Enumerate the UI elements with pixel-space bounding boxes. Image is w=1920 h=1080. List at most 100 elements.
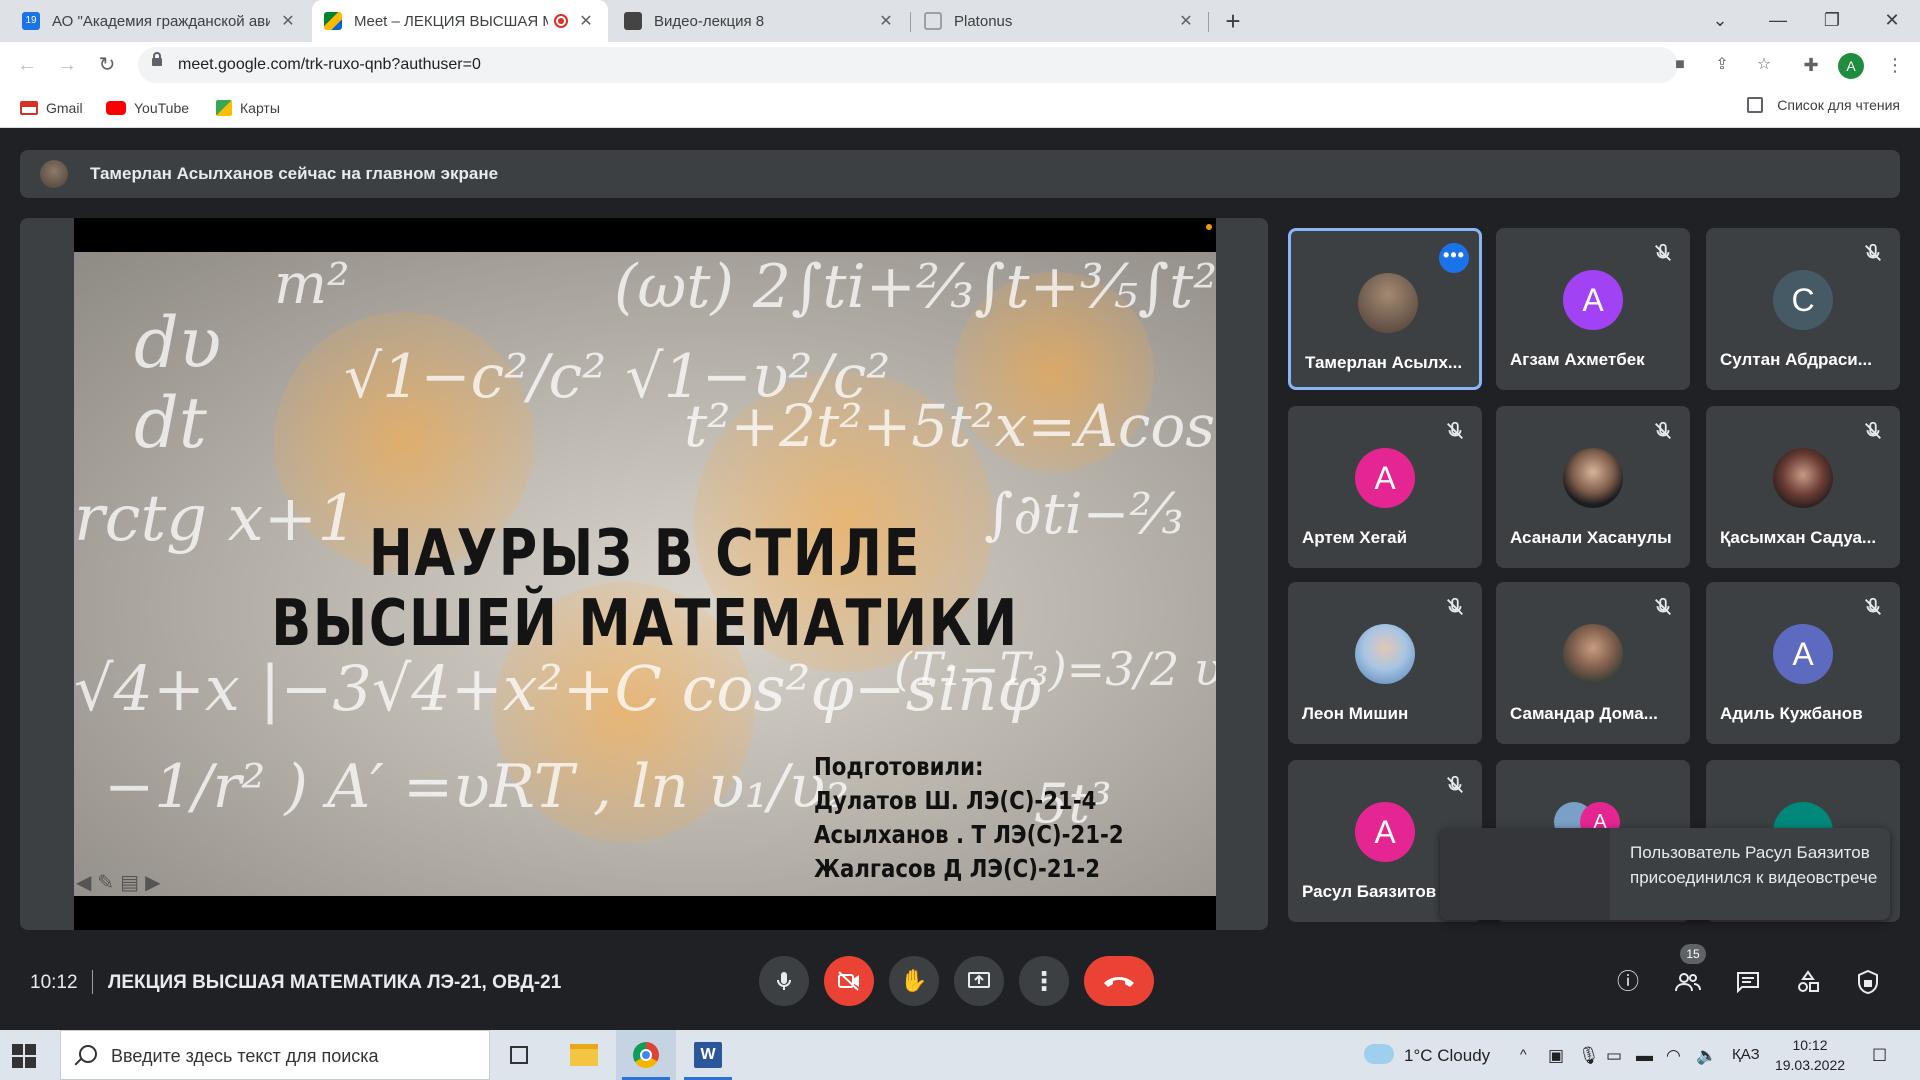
word-icon[interactable]: W	[678, 1030, 738, 1080]
reload-button[interactable]: ↻	[92, 50, 122, 80]
url-text[interactable]: meet.google.com/trk-ruxo-qnb?authuser=0	[178, 56, 481, 74]
tab-search-chevron-icon[interactable]: ⌄	[1694, 0, 1746, 42]
hang-up-icon	[1104, 977, 1134, 987]
avatar	[1563, 624, 1623, 684]
weather-cloud-icon	[1364, 1044, 1394, 1064]
reading-list-button[interactable]: Список для чтения	[1747, 97, 1900, 113]
meet-tray-icon[interactable]: ▣	[1548, 1046, 1564, 1066]
tab-strip: 19 АО "Академия гражданской ави ✕ Meet –…	[0, 0, 1920, 42]
taskbar-date: 19.03.2022	[1774, 1057, 1846, 1073]
extensions-icon[interactable]: ✚	[1796, 50, 1826, 80]
slide-decoration: t²+2t²+5t²x=Acos(ωt	[684, 392, 1216, 460]
slide-decoration: m²	[274, 252, 350, 317]
close-tab-icon[interactable]: ✕	[278, 11, 298, 31]
previous-slide-icon[interactable]: ◀	[76, 870, 91, 895]
more-options-button[interactable]: ⋮	[1019, 956, 1069, 1006]
close-tab-icon[interactable]: ✕	[876, 11, 896, 31]
pen-icon[interactable]: ✎	[97, 870, 114, 895]
bookmark-youtube[interactable]: YouTube	[106, 97, 189, 119]
close-tab-icon[interactable]: ✕	[1176, 11, 1196, 31]
meet-favicon-icon	[324, 12, 342, 30]
tab-video-lecture[interactable]: Видео-лекция 8 ✕	[612, 0, 908, 42]
file-explorer-icon[interactable]	[554, 1030, 614, 1080]
bookmark-gmail[interactable]: Gmail	[20, 97, 83, 119]
windows-start-icon[interactable]	[12, 1044, 36, 1068]
slide-credit: Жалгасов Д ЛЭ(С)-21-2	[814, 854, 1100, 883]
microphone-icon	[777, 972, 791, 990]
battery-icon[interactable]: ▬	[1636, 1046, 1653, 1066]
close-tab-icon[interactable]: ✕	[576, 11, 596, 31]
avatar: C	[1773, 270, 1833, 330]
microphone-button[interactable]	[759, 956, 809, 1006]
raise-hand-button[interactable]: ✋	[889, 956, 939, 1006]
microphone-tray-icon[interactable]: 🎙	[1578, 1046, 1600, 1066]
slide-title-line: высшей математики	[271, 587, 1019, 661]
reading-list-label: Список для чтения	[1777, 97, 1900, 113]
menu-kebab-icon[interactable]: ⋮	[1880, 50, 1910, 80]
next-slide-icon[interactable]: ▶	[145, 870, 160, 895]
tab-separator	[910, 12, 911, 32]
slide-decoration: −1/r² ) A′ =υRT , ln υ₁/υ₂	[104, 752, 850, 822]
participant-tile[interactable]: A Агзам Ахметбек	[1496, 228, 1690, 390]
wifi-icon[interactable]: ◠	[1666, 1046, 1681, 1066]
maximize-button[interactable]: ❐	[1806, 0, 1858, 42]
taskbar-clock[interactable]: 10:12 19.03.2022	[1770, 1035, 1850, 1075]
back-button[interactable]: ←	[12, 50, 42, 80]
chevron-up-icon[interactable]: ^	[1520, 1046, 1527, 1062]
participant-tile[interactable]: Самандар Дома...	[1496, 582, 1690, 744]
mic-off-icon	[1447, 597, 1463, 615]
slide-decoration: (ωt) 2∫ti+⅔∫t+⅗∫t²=2	[614, 252, 1216, 322]
host-controls-icon[interactable]	[1850, 964, 1886, 1000]
close-window-button[interactable]: ✕	[1866, 0, 1918, 42]
tab-platonus[interactable]: Platonus ✕	[912, 0, 1208, 42]
participant-tile[interactable]: A Адиль Кужбанов	[1706, 582, 1900, 744]
profile-avatar[interactable]: A	[1838, 53, 1864, 79]
slide-decoration: dt	[134, 382, 207, 464]
slide-credit: Асылханов . Т ЛЭ(С)-21-2	[814, 820, 1124, 849]
participant-tile[interactable]: C Султан Абдраси...	[1706, 228, 1900, 390]
new-tab-button[interactable]: +	[1218, 6, 1248, 36]
participant-name: Артем Хегай	[1302, 528, 1408, 547]
address-bar[interactable]: meet.google.com/trk-ruxo-qnb?authuser=0 …	[138, 47, 1771, 83]
bookmark-star-icon[interactable]: ☆	[1752, 53, 1776, 77]
camera-tray-icon[interactable]: ▭	[1606, 1046, 1622, 1066]
participant-tile[interactable]: ••• Тамерлан Асылх...	[1288, 228, 1482, 390]
tab-meet[interactable]: Meet – ЛЕКЦИЯ ВЫСШАЯ М ✕	[312, 0, 608, 42]
chat-icon[interactable]	[1730, 964, 1766, 1000]
participant-name: Агзам Ахметбек	[1510, 350, 1645, 369]
minimize-button[interactable]: —	[1752, 0, 1804, 42]
present-screen-button[interactable]	[954, 956, 1004, 1006]
tab-title: АО "Академия гражданской ави	[52, 12, 270, 30]
participant-name: Адиль Кужбанов	[1720, 704, 1863, 723]
taskbar-search[interactable]: Введите здесь текст для поиска	[60, 1030, 490, 1080]
chrome-icon[interactable]	[616, 1030, 676, 1080]
participant-name: Асанали Хасанулы	[1510, 528, 1672, 547]
tab-title: Platonus	[954, 12, 1013, 30]
share-icon[interactable]: ⇪	[1710, 53, 1734, 77]
people-icon[interactable]	[1670, 964, 1706, 1000]
more-options-icon[interactable]: •••	[1439, 243, 1469, 273]
weather-text[interactable]: 1°C Cloudy	[1404, 1046, 1490, 1066]
participant-tile[interactable]: Қасымхан Садуа...	[1706, 406, 1900, 568]
bookmark-maps[interactable]: Карты	[216, 97, 280, 119]
slide-menu-icon[interactable]: ▤	[120, 870, 139, 895]
leave-call-button[interactable]	[1084, 956, 1154, 1006]
tab-academy[interactable]: 19 АО "Академия гражданской ави ✕	[10, 0, 310, 42]
search-icon	[79, 1045, 97, 1063]
spotlight-text: Тамерлан Асылханов сейчас на главном экр…	[90, 164, 499, 183]
meeting-details-icon[interactable]: ⓘ	[1610, 964, 1646, 1000]
task-view-icon[interactable]	[490, 1030, 550, 1080]
activities-icon[interactable]	[1790, 964, 1826, 1000]
camera-icon[interactable]: ■	[1668, 53, 1692, 77]
browser-toolbar: ← → ↻ meet.google.com/trk-ruxo-qnb?authu…	[0, 42, 1920, 88]
participant-tile[interactable]: Леон Мишин	[1288, 582, 1482, 744]
language-indicator[interactable]: ҚАЗ	[1732, 1046, 1760, 1063]
forward-button[interactable]: →	[52, 50, 82, 80]
volume-icon[interactable]: 🔈	[1696, 1046, 1717, 1066]
mic-off-icon	[1655, 243, 1671, 261]
notification-center-icon[interactable]: ☐	[1872, 1046, 1887, 1066]
participant-tile[interactable]: A Артем Хегай	[1288, 406, 1482, 568]
participant-tile[interactable]: Асанали Хасанулы	[1496, 406, 1690, 568]
camera-off-button[interactable]	[824, 956, 874, 1006]
youtube-icon	[106, 101, 126, 115]
